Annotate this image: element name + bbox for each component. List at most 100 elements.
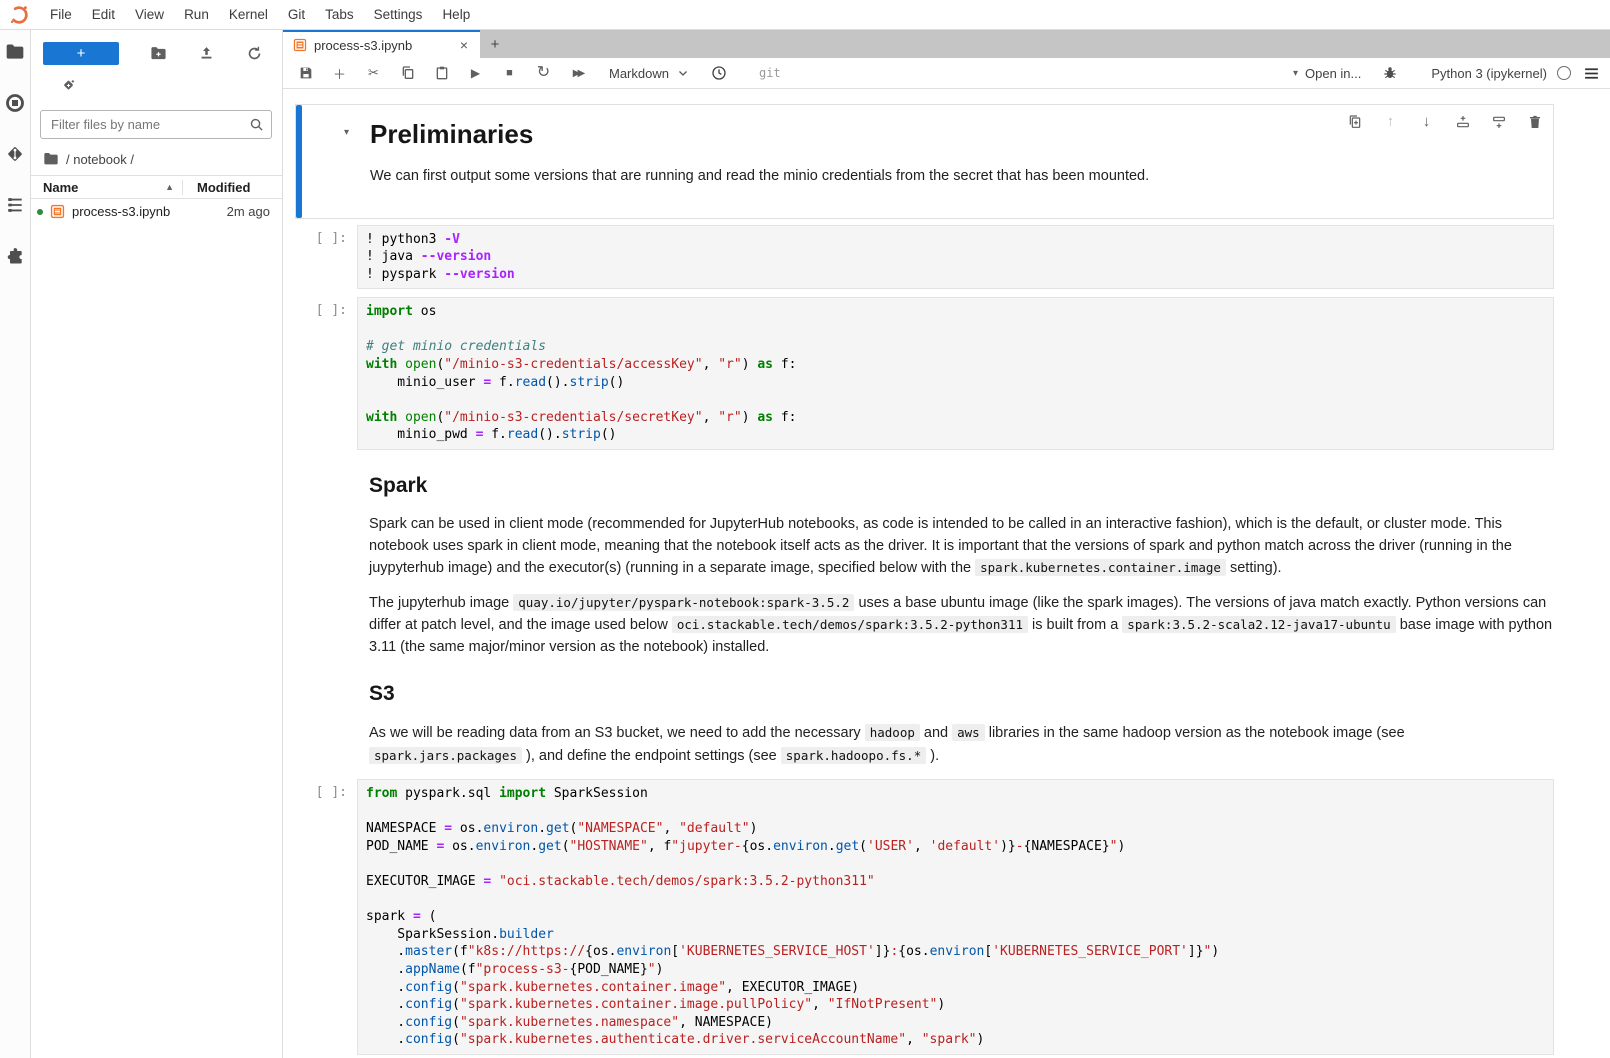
insert-cell-below-icon[interactable] xyxy=(1490,113,1507,130)
collapse-heading-icon[interactable]: ▾ xyxy=(344,127,349,138)
breadcrumb-path: / notebook / xyxy=(66,152,134,167)
run-cell-button[interactable]: ▶ xyxy=(467,65,484,82)
markdown-paragraph: The jupyterhub image quay.io/jupyter/pys… xyxy=(369,592,1554,659)
debugger-bug-icon[interactable] xyxy=(1381,65,1398,82)
new-folder-icon[interactable] xyxy=(150,45,167,62)
folder-icon xyxy=(43,151,59,167)
menu-git[interactable]: Git xyxy=(278,0,315,29)
menu-run[interactable]: Run xyxy=(174,0,219,29)
markdown-paragraph: As we will be reading data from an S3 bu… xyxy=(369,722,1554,767)
menu-view[interactable]: View xyxy=(125,0,174,29)
inline-code: quay.io/jupyter/pyspark-notebook:spark-3… xyxy=(513,594,854,611)
code-cell: [ ]:import os # get minio credentialswit… xyxy=(295,297,1554,450)
selected-cell-indicator xyxy=(296,105,302,218)
new-launcher-button[interactable]: + xyxy=(43,42,119,65)
code-cell: [ ]:from pyspark.sql import SparkSession… xyxy=(295,779,1554,1055)
code-cell: [ ]:! python3 -V! java --version! pyspar… xyxy=(295,225,1554,290)
cell-execution-prompt: [ ]: xyxy=(295,779,357,1055)
kernel-status-icon[interactable] xyxy=(1557,66,1571,80)
menu-help[interactable]: Help xyxy=(432,0,480,29)
caret-down-icon: ▾ xyxy=(1293,68,1298,79)
menu-settings[interactable]: Settings xyxy=(364,0,433,29)
git-toolbar-label[interactable]: git xyxy=(759,66,781,80)
chevron-down-icon xyxy=(677,67,689,79)
markdown-cell[interactable]: S3 As we will be reading data from an S3 … xyxy=(295,682,1554,767)
markdown-heading: S3 xyxy=(369,682,1554,706)
menu-tabs[interactable]: Tabs xyxy=(315,0,364,29)
cell-type-dropdown[interactable]: Markdown xyxy=(609,66,689,81)
inline-code: oci.stackable.tech/demos/spark:3.5.2-pyt… xyxy=(672,616,1028,633)
inline-code: spark.kubernetes.container.image xyxy=(975,559,1226,576)
markdown-cell[interactable]: ▾ ↑ ↓ PreliminariesWe can first output s… xyxy=(295,104,1554,219)
code-editor[interactable]: import os # get minio credentialswith op… xyxy=(357,297,1554,450)
file-browser-icon[interactable] xyxy=(5,42,25,62)
search-icon xyxy=(249,117,264,132)
copy-cells-button[interactable] xyxy=(399,65,416,82)
cut-cells-button[interactable]: ✂ xyxy=(365,65,382,82)
upload-icon[interactable] xyxy=(198,45,215,62)
file-list-header: Name ▲ Modified xyxy=(31,175,282,199)
open-in-dropdown[interactable]: ▾ Open in... xyxy=(1293,66,1361,81)
save-button[interactable] xyxy=(297,65,314,82)
running-sessions-icon[interactable] xyxy=(5,93,25,113)
markdown-paragraph: We can first output some versions that a… xyxy=(370,166,1553,188)
interrupt-kernel-button[interactable]: ■ xyxy=(501,65,518,82)
cell-execution-prompt: [ ]: xyxy=(295,225,357,290)
column-modified[interactable]: Modified xyxy=(182,180,282,195)
refresh-icon[interactable] xyxy=(246,45,263,62)
table-of-contents-icon[interactable] xyxy=(5,195,25,215)
app-logo-icon xyxy=(8,4,30,26)
menu-edit[interactable]: Edit xyxy=(82,0,125,29)
markdown-cell[interactable]: Spark Spark can be used in client mode (r… xyxy=(295,474,1554,658)
inline-code: spark.jars.packages xyxy=(369,747,522,764)
activity-bar xyxy=(0,30,31,1058)
notebook-tab-icon xyxy=(293,38,307,52)
new-tab-button[interactable]: + xyxy=(480,30,510,58)
move-cell-down-icon[interactable]: ↓ xyxy=(1418,113,1435,130)
tab-title: process-s3.ipynb xyxy=(314,38,456,53)
column-name[interactable]: Name ▲ xyxy=(31,180,182,195)
inline-code: aws xyxy=(952,724,985,741)
menu-file[interactable]: File xyxy=(40,0,82,29)
insert-cell-button[interactable]: ＋ xyxy=(331,65,348,82)
cell-execution-prompt: [ ]: xyxy=(295,297,357,450)
restart-run-all-button[interactable]: ▶▶ xyxy=(569,65,586,82)
paste-cells-button[interactable] xyxy=(433,65,450,82)
file-row[interactable]: process-s3.ipynb 2m ago xyxy=(31,199,282,224)
insert-cell-above-icon[interactable] xyxy=(1454,113,1471,130)
markdown-heading: Spark xyxy=(369,474,1554,498)
cell-toolbar: ↑ ↓ xyxy=(1346,113,1543,130)
code-editor[interactable]: ! python3 -V! java --version! pyspark --… xyxy=(357,225,1554,290)
sort-ascending-icon: ▲ xyxy=(165,182,174,192)
tab-process-s3[interactable]: process-s3.ipynb × xyxy=(283,30,480,58)
running-kernel-dot xyxy=(37,209,43,215)
git-icon[interactable] xyxy=(5,144,25,164)
menu-kernel[interactable]: Kernel xyxy=(219,0,278,29)
kernel-name[interactable]: Python 3 (ipykernel) xyxy=(1431,66,1547,81)
code-editor[interactable]: from pyspark.sql import SparkSession NAM… xyxy=(357,779,1554,1055)
file-modified: 2m ago xyxy=(227,204,282,219)
restart-kernel-button[interactable]: ↻ xyxy=(535,65,552,82)
delete-cell-icon[interactable] xyxy=(1526,113,1543,130)
tab-bar: process-s3.ipynb × + xyxy=(283,30,1610,58)
menu-bar: File Edit View Run Kernel Git Tabs Setti… xyxy=(0,0,1610,30)
inline-code: spark:3.5.2-scala2.12-java17-ubuntu xyxy=(1122,616,1395,633)
cell-type-value: Markdown xyxy=(609,66,669,81)
breadcrumb[interactable]: / notebook / xyxy=(31,149,282,175)
inline-code: spark.hadoopo.fs.* xyxy=(781,747,926,764)
file-name: process-s3.ipynb xyxy=(72,204,170,219)
markdown-paragraph: Spark can be used in client mode (recomm… xyxy=(369,514,1554,580)
inline-code: hadoop xyxy=(865,724,920,741)
execution-time-icon[interactable] xyxy=(711,65,728,82)
file-browser-panel: + / notebook / Name xyxy=(31,30,283,1058)
move-cell-up-icon[interactable]: ↑ xyxy=(1382,113,1399,130)
hamburger-menu-icon[interactable] xyxy=(1583,65,1600,82)
duplicate-cell-icon[interactable] xyxy=(1346,113,1363,130)
new-tag-icon[interactable] xyxy=(31,66,282,102)
extensions-icon[interactable] xyxy=(5,246,25,266)
filter-files-input[interactable] xyxy=(40,110,272,139)
notebook-toolbar: ＋ ✂ ▶ ■ ↻ ▶▶ Markdown git ▾ xyxy=(283,58,1610,89)
tab-close-icon[interactable]: × xyxy=(456,37,472,53)
notebook-file-icon xyxy=(50,204,65,219)
notebook-content: ▾ ↑ ↓ PreliminariesWe can first output s… xyxy=(283,89,1610,1058)
